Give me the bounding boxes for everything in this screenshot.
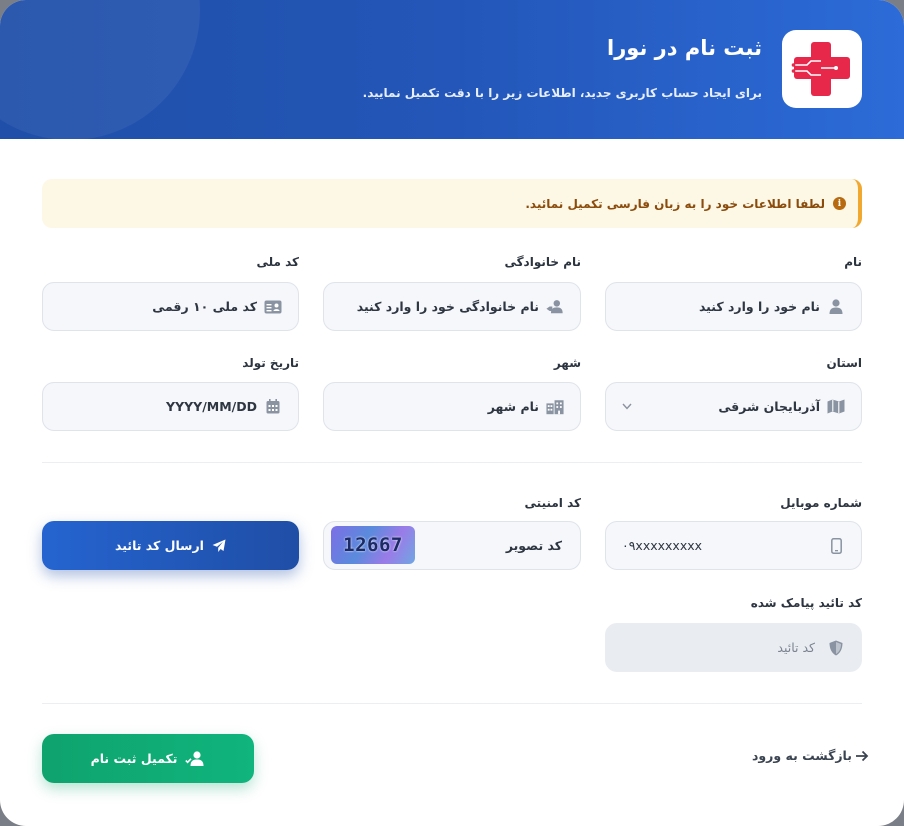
security-code-placeholder: کد تصویر [505,538,562,553]
sms-code-placeholder: کد تائید [777,640,815,655]
user-tag-icon [546,298,564,316]
paper-plane-icon [212,539,226,552]
birth-date-placeholder: YYYY/MM/DD [166,399,257,414]
sms-code-label: کد تائید پیامک شده [750,596,862,610]
national-code-field[interactable]: کد ملی ۱۰ رقمی [42,282,299,331]
send-code-label: ارسال کد تائید [115,538,204,553]
header: ثبت نام در نورا برای ایجاد حساب کاربری ج… [0,0,904,139]
app-logo [782,30,862,108]
language-alert: i لطفا اطلاعات خود را به زبان فارسی تکمی… [42,179,862,228]
national-code-label: کد ملی [256,255,299,269]
province-select[interactable]: آذربایجان شرقی [605,382,862,431]
info-icon: i [833,197,846,210]
last-name-field[interactable]: نام خانوادگی خود را وارد کنید [323,282,581,331]
plus-logo-icon [791,42,850,96]
header-decoration [0,0,200,139]
first-name-placeholder: نام خود را وارد کنید [698,299,820,314]
complete-registration-button[interactable]: تکمیل ثبت نام [42,734,254,783]
mobile-field[interactable]: ۰۹xxxxxxxxx [605,521,862,570]
last-name-label: نام خانوادگی [504,255,581,269]
page-title: ثبت نام در نورا [607,36,762,60]
calendar-icon [264,398,282,416]
birth-date-field[interactable]: YYYY/MM/DD [42,382,299,431]
city-placeholder: نام شهر [487,399,539,414]
id-card-icon [264,298,282,316]
first-name-label: نام [844,255,862,269]
map-icon [827,398,845,416]
page-subtitle: برای ایجاد حساب کاربری جدید، اطلاعات زیر… [362,86,762,100]
province-value: آذربایجان شرقی [718,399,820,414]
mobile-label: شماره موبایل [780,496,862,510]
security-code-label: کد امنیتی [524,496,581,510]
birth-date-label: تاریخ تولد [242,356,299,370]
city-field[interactable]: نام شهر [323,382,581,431]
alert-text: لطفا اطلاعات خود را به زبان فارسی تکمیل … [525,196,825,211]
section-divider [42,462,862,463]
province-label: استان [826,356,862,370]
register-card: ثبت نام در نورا برای ایجاد حساب کاربری ج… [0,0,904,826]
mobile-value: ۰۹xxxxxxxxx [622,538,703,553]
building-icon [546,398,564,416]
footer-divider [42,703,862,704]
city-label: شهر [553,356,581,370]
back-to-login-link[interactable]: بازگشت به ورود [752,748,869,763]
arrow-right-icon [855,750,869,761]
mobile-icon [827,537,845,555]
national-code-placeholder: کد ملی ۱۰ رقمی [152,299,257,314]
send-code-button[interactable]: ارسال کد تائید [42,521,299,570]
captcha-image[interactable]: 12667 [331,526,415,564]
back-to-login-label: بازگشت به ورود [752,748,852,763]
shield-icon [827,639,845,657]
chevron-down-icon [622,403,632,410]
last-name-placeholder: نام خانوادگی خود را وارد کنید [356,299,539,314]
first-name-field[interactable]: نام خود را وارد کنید [605,282,862,331]
sms-code-field[interactable]: کد تائید [605,623,862,672]
user-icon [827,298,845,316]
complete-registration-label: تکمیل ثبت نام [90,751,178,766]
user-check-icon [185,751,204,766]
